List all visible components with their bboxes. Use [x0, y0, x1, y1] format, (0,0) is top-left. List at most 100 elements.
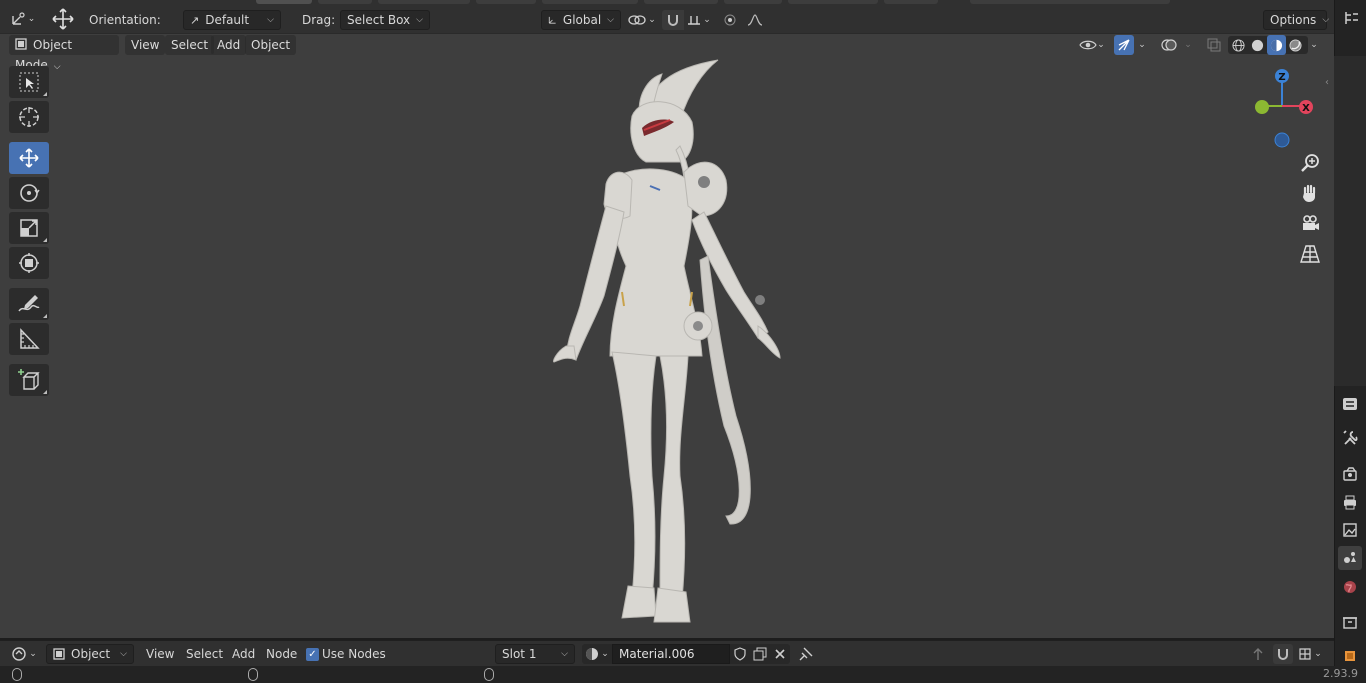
output-properties-tab[interactable] — [1338, 490, 1362, 514]
falloff-curve-icon — [747, 14, 763, 26]
chevron-down-icon: ⌄ — [1138, 40, 1146, 50]
mouse-left-icon — [12, 668, 22, 681]
add-menu[interactable]: Add — [211, 35, 247, 55]
shading-rendered-button[interactable] — [1286, 35, 1305, 55]
pan-button[interactable] — [1296, 179, 1324, 207]
navigation-gizmo[interactable]: Z X — [1246, 66, 1320, 152]
object-shader-icon — [53, 648, 65, 660]
cursor-icon — [19, 107, 39, 127]
move-tool[interactable] — [9, 142, 49, 174]
node-menu[interactable]: Node — [266, 644, 297, 664]
view-layer-properties-tab[interactable] — [1338, 518, 1362, 542]
workspace-tab[interactable] — [644, 0, 718, 4]
xray-toggle[interactable] — [1204, 35, 1224, 55]
rotate-icon — [20, 184, 40, 202]
shader-type-value: Object — [71, 647, 111, 661]
browse-material-button[interactable]: ⌄ — [582, 644, 612, 664]
character-model[interactable] — [540, 56, 800, 628]
material-name-field[interactable]: Material.006 — [612, 644, 730, 664]
measure-tool[interactable] — [9, 323, 49, 355]
perspective-toggle-button[interactable] — [1296, 240, 1324, 268]
mode-dropdown[interactable]: Object Mode ⌵ — [9, 35, 119, 72]
object-properties-tab[interactable] — [1338, 644, 1362, 668]
editor-type-menu[interactable]: ⌄ — [8, 9, 38, 29]
workspace-tab[interactable] — [724, 0, 782, 4]
gizmo-neg-z-axis[interactable] — [1274, 132, 1290, 148]
pivot-point-menu[interactable]: ⌄ — [627, 10, 657, 30]
view-menu[interactable]: View — [125, 35, 166, 55]
scene-selector-stub[interactable] — [970, 0, 1170, 4]
node-select-menu[interactable]: Select — [186, 644, 223, 664]
render-properties-tab[interactable] — [1338, 462, 1362, 486]
wireframe-sphere-icon — [1232, 38, 1245, 52]
shield-icon — [734, 647, 746, 661]
world-properties-tab[interactable] — [1338, 575, 1362, 599]
shading-wireframe-button[interactable] — [1229, 35, 1248, 55]
workspace-tab-active[interactable] — [256, 0, 312, 4]
fake-user-button[interactable] — [730, 644, 750, 664]
material-sphere-icon — [586, 648, 599, 660]
scale-tool[interactable] — [9, 212, 49, 244]
node-view-menu[interactable]: View — [146, 644, 174, 664]
proportional-edit-icon — [724, 14, 736, 26]
shader-type-dropdown[interactable]: Object ⌵ — [46, 644, 134, 664]
gizmo-toggle[interactable] — [1114, 35, 1134, 55]
outliner-editor-type[interactable] — [1340, 8, 1362, 28]
chevron-down-icon: ⌄ — [1097, 40, 1105, 50]
shading-material-button[interactable] — [1267, 35, 1286, 55]
duplicate-material-button[interactable] — [750, 644, 770, 664]
drag-dropdown[interactable]: Select Box ⌵ — [340, 10, 430, 30]
grid-snap-icon — [1299, 648, 1311, 660]
workspace-tab[interactable] — [788, 0, 878, 4]
outliner-icon — [1345, 12, 1358, 24]
pin-button[interactable] — [796, 644, 816, 664]
node-add-menu[interactable]: Add — [232, 644, 255, 664]
tool-variant-indicator — [43, 238, 47, 242]
gizmo-menu[interactable]: ⌄ — [1134, 35, 1150, 55]
use-nodes-checkbox[interactable]: ✓ — [306, 648, 319, 661]
select-menu[interactable]: Select — [165, 35, 215, 55]
shading-menu[interactable]: ⌄ — [1306, 35, 1322, 55]
parent-node-tree-button[interactable] — [1248, 644, 1268, 664]
editor-type-menu[interactable]: ⌄ — [8, 644, 40, 664]
workspace-tab[interactable] — [318, 0, 372, 4]
shading-solid-button[interactable] — [1248, 35, 1267, 55]
workspace-tab[interactable] — [542, 0, 638, 4]
orientation-dropdown[interactable]: ↗ Default ⌵ — [183, 10, 281, 30]
properties-editor-type[interactable] — [1338, 392, 1362, 416]
options-dropdown[interactable]: Options ⌵ — [1263, 10, 1329, 30]
camera-view-button[interactable] — [1296, 209, 1324, 237]
material-slot-dropdown[interactable]: Slot 1 ⌵ — [495, 644, 575, 664]
overlays-toggle[interactable] — [1158, 35, 1180, 55]
close-icon — [775, 649, 785, 659]
move-tool-icon — [50, 8, 76, 30]
chevron-down-icon: ⌄ — [648, 15, 656, 25]
gizmo-y-axis[interactable] — [1255, 100, 1269, 114]
visibility-menu[interactable]: ⌄ — [1076, 35, 1108, 55]
proportional-edit-toggle[interactable] — [719, 10, 741, 30]
zoom-button[interactable] — [1296, 149, 1324, 177]
object-menu[interactable]: Object — [245, 35, 297, 55]
annotate-tool[interactable] — [9, 288, 49, 320]
toolbar — [9, 66, 49, 396]
cursor-tool[interactable] — [9, 101, 49, 133]
overlays-menu[interactable]: ⌄ — [1180, 35, 1196, 55]
workspace-tab[interactable] — [476, 0, 536, 4]
workspace-tab[interactable] — [378, 0, 470, 4]
snap-target-menu[interactable]: ⌄ — [684, 10, 714, 30]
unlink-material-button[interactable] — [770, 644, 790, 664]
proportional-falloff-menu[interactable] — [741, 10, 769, 30]
select-box-tool[interactable] — [9, 66, 49, 98]
workspace-tab[interactable] — [884, 0, 938, 4]
scene-properties-tab[interactable] — [1338, 546, 1362, 570]
node-snap-toggle[interactable] — [1273, 644, 1293, 664]
transform-orientation-dropdown[interactable]: Global ⌵ — [541, 10, 621, 30]
tool-properties-tab[interactable] — [1338, 426, 1362, 450]
collection-properties-tab[interactable] — [1338, 610, 1362, 634]
add-cube-tool[interactable] — [9, 364, 49, 396]
transform-tool[interactable] — [9, 247, 49, 279]
snap-toggle[interactable] — [662, 10, 684, 30]
node-snap-target-menu[interactable]: ⌄ — [1294, 644, 1326, 664]
rotate-tool[interactable] — [9, 177, 49, 209]
sidebar-toggle-icon[interactable]: ‹ — [1322, 72, 1332, 92]
